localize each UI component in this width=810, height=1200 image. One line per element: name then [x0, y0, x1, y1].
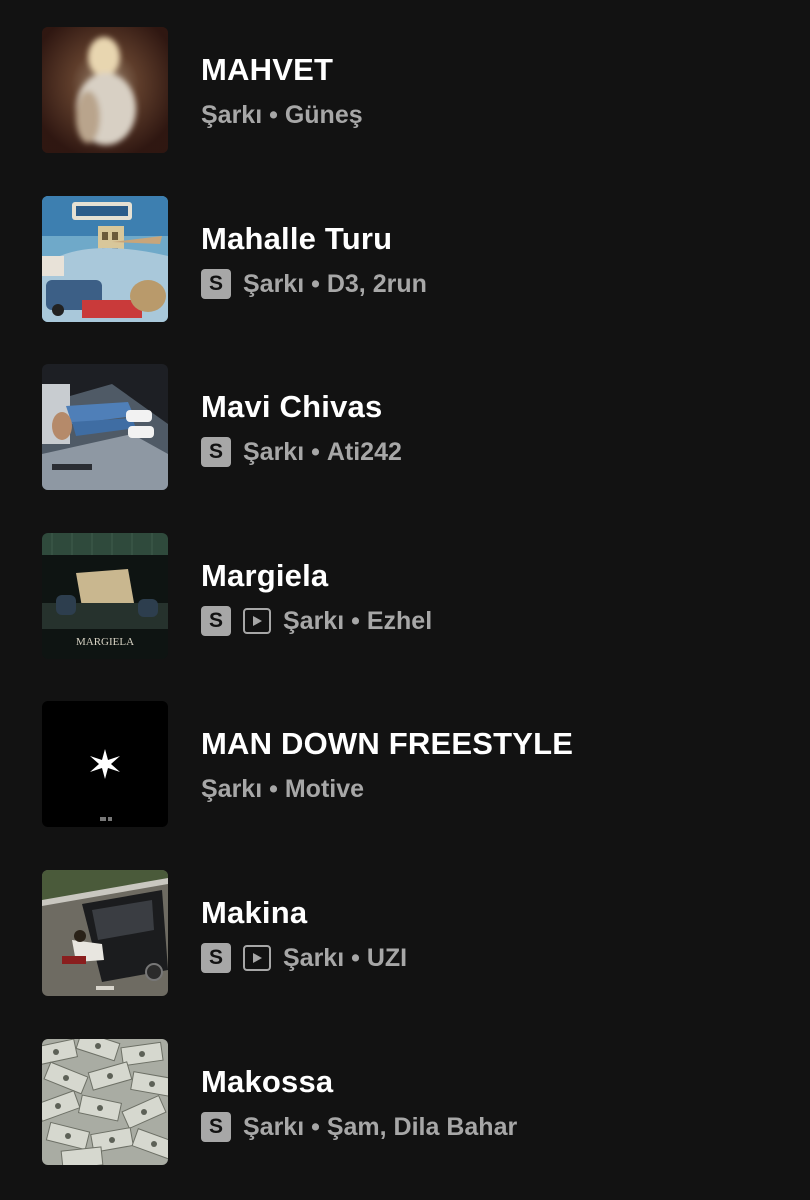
s-badge-icon: S — [201, 437, 231, 467]
album-art-margiela-icon: MARGIELA — [42, 533, 168, 659]
track-subtitle: S Şarkı • Şam, Dila Bahar — [201, 1110, 517, 1144]
s-badge-icon: S — [201, 606, 231, 636]
track-artist: Ezhel — [366, 606, 433, 635]
track-row-margiela[interactable]: MARGIELA Margiela S Şarkı • Ezhel — [0, 506, 810, 674]
track-subtitle: S Şarkı • D3, 2run — [201, 267, 427, 301]
separator: • — [311, 437, 320, 466]
track-type: Şarkı — [283, 606, 345, 635]
separator: • — [269, 774, 278, 803]
album-art-collage-icon — [42, 196, 168, 322]
album-art-car-crash-icon — [42, 870, 168, 996]
track-title: Mavi Chivas — [201, 389, 383, 424]
separator: • — [269, 100, 278, 129]
track-artist: D3, 2run — [326, 269, 427, 298]
svg-text:MARGIELA: MARGIELA — [76, 636, 134, 648]
video-play-icon — [243, 608, 271, 634]
track-row-mahalle-turu[interactable]: Mahalle Turu S Şarkı • D3, 2run — [0, 169, 810, 337]
album-art-star-icon — [42, 701, 168, 827]
track-title: MAHVET — [201, 52, 334, 87]
track-artist: Güneş — [284, 100, 363, 129]
s-badge-icon: S — [201, 269, 231, 299]
track-subtitle: Şarkı • Güneş — [201, 98, 363, 132]
search-results-list: MAHVET Şarkı • Güneş Mahalle Turu S Şark… — [0, 0, 810, 1200]
track-artist: UZI — [366, 943, 408, 972]
track-subtitle: S Şarkı • Ezhel — [201, 604, 432, 638]
track-artist: Ati242 — [326, 437, 402, 466]
track-type: Şarkı — [243, 1112, 305, 1141]
track-title: Margiela — [201, 558, 329, 593]
track-title: Mahalle Turu — [201, 221, 393, 256]
track-row-mavi-chivas[interactable]: Mavi Chivas S Şarkı • Ati242 — [0, 337, 810, 505]
s-badge-icon: S — [201, 943, 231, 973]
track-type: Şarkı — [201, 100, 263, 129]
track-type: Şarkı — [243, 437, 305, 466]
album-art-money-icon — [42, 1039, 168, 1165]
separator: • — [351, 943, 360, 972]
track-type: Şarkı — [243, 269, 305, 298]
separator: • — [311, 269, 320, 298]
s-badge-icon: S — [201, 1112, 231, 1142]
track-artist: Motive — [284, 774, 365, 803]
separator: • — [311, 1112, 320, 1141]
album-art-car-interior-icon — [42, 364, 168, 490]
track-row-makina[interactable]: Makina S Şarkı • UZI — [0, 843, 810, 1011]
separator: • — [351, 606, 360, 635]
track-title: MAN DOWN FREESTYLE — [201, 726, 574, 761]
track-title: Makina — [201, 895, 308, 930]
track-type: Şarkı — [201, 774, 263, 803]
track-row-makossa[interactable]: Makossa S Şarkı • Şam, Dila Bahar — [0, 1012, 810, 1180]
track-row-man-down-freestyle[interactable]: MAN DOWN FREESTYLE Şarkı • Motive — [0, 674, 810, 842]
track-subtitle: S Şarkı • Ati242 — [201, 435, 402, 469]
album-art-blurred-person-icon — [42, 27, 168, 153]
track-subtitle: Şarkı • Motive — [201, 772, 364, 806]
track-subtitle: S Şarkı • UZI — [201, 941, 407, 975]
track-type: Şarkı — [283, 943, 345, 972]
track-artist: Şam, Dila Bahar — [326, 1112, 518, 1141]
track-row-mahvet[interactable]: MAHVET Şarkı • Güneş — [0, 0, 810, 168]
video-play-icon — [243, 945, 271, 971]
track-title: Makossa — [201, 1064, 334, 1099]
